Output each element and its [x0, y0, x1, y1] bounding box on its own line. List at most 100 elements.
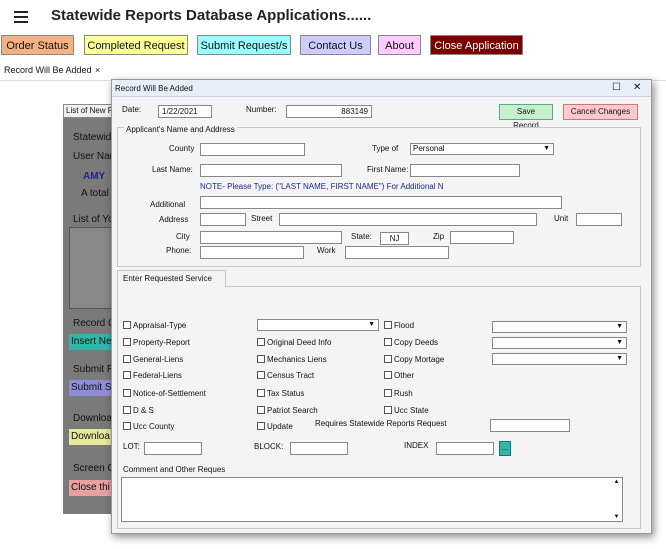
checkbox-label: Ucc State	[394, 406, 429, 415]
checkbox-label: Other	[394, 371, 415, 380]
zip-field[interactable]	[450, 231, 514, 244]
index-lookup-button[interactable]: ...	[499, 441, 511, 456]
additional-label: Additional	[150, 200, 186, 209]
background-submit-button[interactable]: Submit S	[69, 380, 115, 396]
first-name-field[interactable]	[410, 164, 520, 177]
state-field[interactable]: NJ	[380, 232, 409, 245]
checkbox-label: Flood	[394, 321, 415, 330]
background-insert-button[interactable]: Insert Ne	[69, 334, 115, 350]
copy-deeds-select[interactable]: ▼	[492, 337, 627, 349]
number-field[interactable]: 883149	[286, 105, 372, 118]
last-name-label: Last Name:	[152, 165, 193, 174]
close-application-button[interactable]: Close Application	[430, 35, 523, 55]
tax-status-checkbox[interactable]	[257, 389, 265, 397]
index-label: INDEX	[404, 441, 429, 450]
hamburger-menu-icon[interactable]	[14, 11, 28, 23]
checkbox-label: Mechanics Liens	[267, 355, 327, 364]
street-field[interactable]	[279, 213, 537, 226]
submit-requests-button[interactable]: Submit Request/s	[197, 35, 291, 55]
background-close-button[interactable]: Close thi	[69, 480, 115, 496]
checkbox-label: Patriot Search	[267, 406, 318, 415]
background-list	[69, 227, 117, 309]
comment-textarea[interactable]	[121, 477, 623, 522]
record-dialog: Record Will Be Added ☐ ✕ Date: 1/22/2021…	[111, 79, 652, 534]
cancel-changes-button[interactable]: Cancel Changes	[563, 104, 638, 120]
last-name-field[interactable]	[200, 164, 342, 177]
address-number-field[interactable]	[200, 213, 246, 226]
mechanics-liens-checkbox[interactable]	[257, 355, 265, 363]
type-select[interactable]: Personal ▼	[410, 143, 554, 155]
rush-checkbox[interactable]	[384, 389, 392, 397]
close-icon[interactable]: ✕	[633, 82, 641, 94]
save-record-button[interactable]: Save Record	[499, 104, 553, 130]
requires-label: Requires Statewide Reports Request	[315, 419, 447, 428]
additional-field[interactable]	[200, 196, 562, 209]
copy-mortage-select[interactable]: ▼	[492, 353, 627, 365]
comment-label: Comment and Other Reques	[123, 465, 226, 474]
city-label: City	[176, 232, 190, 241]
census-tract-checkbox[interactable]	[257, 371, 265, 379]
comment-scrollbar[interactable]: ▲ ▼	[612, 479, 621, 520]
work-label: Work	[317, 246, 336, 255]
checkbox-label: D & S	[133, 406, 154, 415]
scroll-down-icon[interactable]: ▼	[612, 514, 621, 520]
tab-close-icon[interactable]: ×	[95, 61, 100, 79]
checkbox-label: Appraisal-Type	[133, 321, 187, 330]
other-checkbox[interactable]	[384, 371, 392, 379]
order-status-button[interactable]: Order Status	[1, 35, 74, 55]
completed-request-button[interactable]: Completed Request	[84, 35, 188, 55]
lot-field[interactable]	[144, 442, 202, 455]
about-button[interactable]: About	[378, 35, 421, 55]
name-format-note: NOTE- Please Type: ("LAST NAME, FIRST NA…	[200, 182, 444, 191]
copy-deeds-checkbox[interactable]	[384, 338, 392, 346]
notice-of-settlement-checkbox[interactable]	[123, 389, 131, 397]
flood-checkbox[interactable]	[384, 321, 392, 329]
flood-select[interactable]: ▼	[492, 321, 627, 333]
date-label: Date:	[122, 105, 142, 114]
ucc-state-checkbox[interactable]	[384, 406, 392, 414]
background-text: Downloa	[73, 413, 112, 424]
background-text: Screen C	[73, 463, 115, 474]
date-field[interactable]: 1/22/2021	[158, 105, 212, 118]
block-field[interactable]	[290, 442, 348, 455]
lot-label: LOT:	[123, 442, 140, 451]
city-field[interactable]	[200, 231, 342, 244]
checkbox-label: Copy Deeds	[394, 338, 439, 347]
federal-liens-checkbox[interactable]	[123, 371, 131, 379]
property-report-checkbox[interactable]	[123, 338, 131, 346]
checkbox-label: Rush	[394, 389, 413, 398]
chevron-down-icon: ▼	[616, 355, 623, 362]
work-phone-field[interactable]	[345, 246, 449, 259]
appraisal-type-checkbox[interactable]	[123, 321, 131, 329]
maximize-icon[interactable]: ☐	[612, 82, 621, 94]
contact-us-button[interactable]: Contact Us	[300, 35, 371, 55]
d-and-s-checkbox[interactable]	[123, 406, 131, 414]
requires-field[interactable]	[490, 419, 570, 432]
county-label: County	[169, 144, 195, 153]
zip-label: Zip	[433, 232, 445, 241]
type-label: Type of	[372, 144, 399, 153]
copy-mortage-checkbox[interactable]	[384, 355, 392, 363]
index-field[interactable]	[436, 442, 494, 455]
patriot-search-checkbox[interactable]	[257, 406, 265, 414]
original-deed-info-checkbox[interactable]	[257, 338, 265, 346]
appraisal-type-select[interactable]: ▼	[257, 319, 379, 331]
block-label: BLOCK:	[254, 442, 284, 451]
tab-enter-requested-service[interactable]: Enter Requested Service	[117, 270, 226, 287]
update-checkbox[interactable]	[257, 422, 265, 430]
county-field[interactable]	[200, 143, 305, 156]
tab-record-will-be-added[interactable]: Record Will Be Added	[0, 61, 96, 79]
address-label: Address	[159, 215, 189, 224]
phone-field[interactable]	[200, 246, 304, 259]
general-liens-checkbox[interactable]	[123, 355, 131, 363]
checkbox-label: Notice-of-Settlement	[133, 389, 206, 398]
background-download-button[interactable]: Downloa	[69, 429, 115, 445]
background-window: List of New R Statewid User Nam AMY A to…	[63, 104, 117, 514]
app-title: Statewide Reports Database Applications.…	[51, 7, 372, 24]
chevron-down-icon: ▼	[368, 321, 375, 328]
chevron-down-icon: ▼	[616, 323, 623, 330]
unit-field[interactable]	[576, 213, 622, 226]
ucc-county-checkbox[interactable]	[123, 422, 131, 430]
first-name-label: First Name:	[367, 165, 409, 174]
scroll-up-icon[interactable]: ▲	[612, 479, 621, 485]
